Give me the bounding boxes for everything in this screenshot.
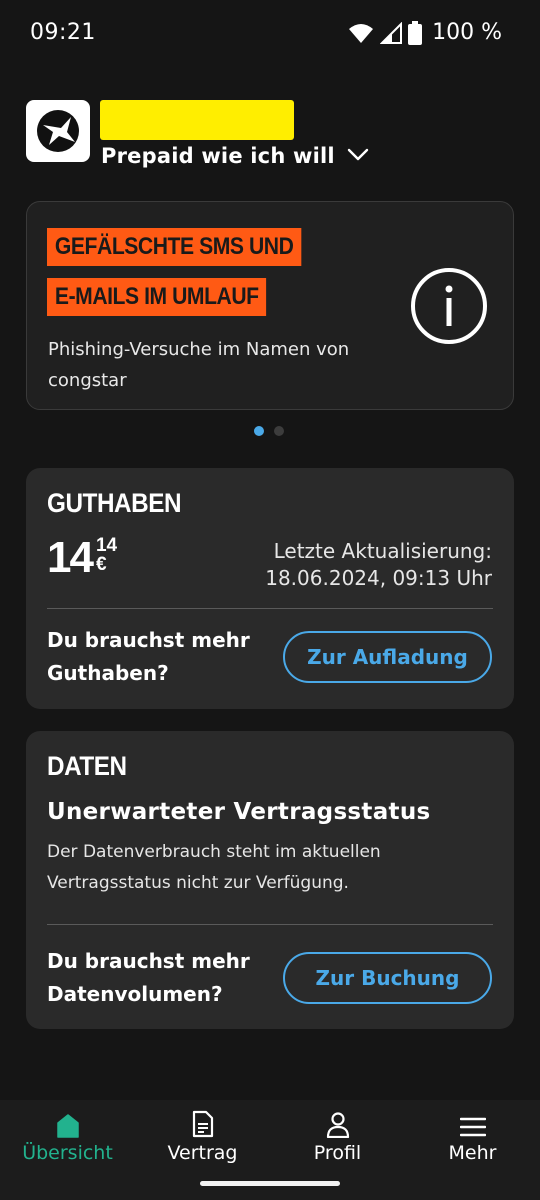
last-update-time: 18.06.2024, 09:13 Uhr: [265, 566, 492, 590]
data-title: DATEN: [47, 751, 127, 781]
status-icons: 100 %: [348, 20, 502, 45]
nav-label: Übersicht: [22, 1142, 113, 1164]
nav-label: Vertrag: [167, 1142, 238, 1164]
divider: [47, 608, 493, 609]
tariff-label: Prepaid wie ich will: [101, 144, 335, 168]
banner-pagination: [254, 426, 284, 436]
nav-label: Mehr: [448, 1142, 497, 1164]
contract-status-heading: Unerwarteter Vertragsstatus: [47, 799, 431, 825]
nav-label: Profil: [313, 1142, 362, 1164]
person-icon: [270, 1108, 405, 1138]
pagination-dot-active[interactable]: [254, 426, 264, 436]
balance-cents: 14: [95, 535, 118, 556]
last-update: Letzte Aktualisierung: 18.06.2024, 09:13…: [265, 538, 492, 592]
nav-item-profile[interactable]: Profil: [270, 1108, 405, 1164]
status-time: 09:21: [30, 20, 96, 45]
contract-status-text: Der Datenverbrauch steht im aktuellen Ve…: [47, 842, 381, 893]
data-booking-prompt: Du brauchst mehr Datenvolumen?: [47, 949, 250, 1006]
nav-item-overview[interactable]: Übersicht: [0, 1108, 135, 1164]
data-card: DATEN Unerwarteter Vertragsstatus Der Da…: [26, 731, 514, 1029]
topup-prompt: Du brauchst mehr Guthaben?: [47, 628, 250, 685]
balance-euro: 14: [47, 533, 94, 582]
home-icon: [0, 1108, 135, 1138]
nav-item-more[interactable]: Mehr: [405, 1108, 540, 1164]
balance-title: GUTHABEN: [47, 488, 182, 518]
divider: [47, 924, 493, 925]
banner-subtitle: Phishing-Versuche im Namen von congstar: [48, 339, 350, 391]
battery-percentage: 100 %: [432, 20, 502, 45]
banner-headline-line2: E-MAILS IM UMLAUF: [47, 278, 267, 316]
banner-headline-line1: GEFÄLSCHTE SMS UND: [47, 228, 302, 266]
wifi-icon: [348, 22, 374, 44]
chevron-down-icon: [347, 147, 369, 166]
gesture-home-bar[interactable]: [200, 1181, 340, 1186]
last-update-label: Letzte Aktualisierung:: [273, 539, 492, 563]
nav-item-contract[interactable]: Vertrag: [135, 1108, 270, 1164]
status-bar: 09:21 100 %: [0, 0, 540, 68]
balance-amount: 14 14 €: [47, 536, 117, 580]
phishing-warning-banner[interactable]: GEFÄLSCHTE SMS UND E-MAILS IM UMLAUF Phi…: [26, 201, 514, 410]
menu-icon: [405, 1108, 540, 1138]
pagination-dot[interactable]: [274, 426, 284, 436]
booking-button[interactable]: Zur Buchung: [283, 952, 492, 1004]
cellular-signal-icon: [380, 21, 403, 44]
tariff-selector[interactable]: Prepaid wie ich will: [101, 144, 369, 168]
info-icon: [409, 266, 489, 350]
balance-card: GUTHABEN 14 14 € Letzte Aktualisierung: …: [26, 468, 514, 709]
congstar-logo: [26, 100, 90, 162]
account-header: Prepaid wie ich will: [26, 100, 516, 170]
battery-icon: [408, 20, 423, 45]
balance-currency: €: [95, 554, 107, 575]
account-name-redacted: [100, 100, 294, 140]
document-icon: [135, 1108, 270, 1138]
topup-button[interactable]: Zur Aufladung: [283, 631, 492, 683]
